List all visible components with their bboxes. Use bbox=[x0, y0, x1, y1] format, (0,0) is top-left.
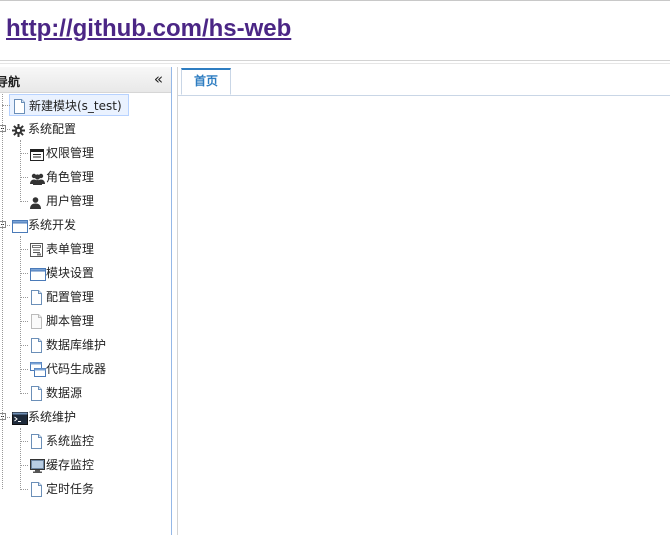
collapse-toggle-icon[interactable] bbox=[0, 413, 6, 420]
tree-connector bbox=[20, 465, 28, 466]
tree-node-label: 表单管理 bbox=[46, 242, 95, 256]
tree-leaf-node[interactable]: 定时任务 bbox=[27, 478, 168, 500]
tree-node-label: 模块设置 bbox=[46, 266, 95, 280]
tree-node-label: 代码生成器 bbox=[46, 362, 107, 376]
header-divider bbox=[0, 60, 670, 61]
tree-connector bbox=[20, 369, 28, 370]
tree-node-label: 系统维护 bbox=[28, 410, 77, 424]
page-header: http://github.com/hs-web bbox=[0, 1, 670, 60]
users-icon bbox=[30, 170, 45, 192]
page-icon bbox=[30, 482, 43, 504]
collapse-icon[interactable]: « bbox=[154, 70, 163, 88]
page-icon bbox=[30, 338, 43, 360]
main-content: 首页 bbox=[177, 67, 670, 535]
tab-home[interactable]: 首页 bbox=[181, 68, 231, 95]
tree-folder-node[interactable]: 系统配置 bbox=[9, 118, 168, 140]
tree-connector bbox=[20, 177, 28, 178]
gear-icon bbox=[12, 122, 25, 144]
tree-connector bbox=[20, 345, 28, 346]
tree-node-label: 权限管理 bbox=[46, 146, 95, 160]
user-icon bbox=[30, 194, 41, 216]
tree-connector bbox=[20, 489, 28, 490]
collapse-toggle-icon[interactable] bbox=[0, 221, 6, 228]
tree-node-label: 系统监控 bbox=[46, 434, 95, 448]
tree-connector bbox=[20, 297, 28, 298]
tree-node-label: 系统开发 bbox=[28, 218, 77, 232]
page-icon bbox=[30, 386, 43, 408]
tree-leaf-node[interactable]: 新建模块(s_test) bbox=[9, 94, 129, 116]
tab-bar: 首页 bbox=[178, 67, 670, 96]
tree-leaf-node[interactable]: 系统监控 bbox=[27, 430, 168, 452]
navigation-panel: 导航 « 新建模块(s_test) 系统配置权限管理角色管理用户管理系统开发表单管… bbox=[0, 67, 172, 535]
windows-stack-icon bbox=[30, 362, 46, 384]
tree-leaf-node[interactable]: 缓存监控 bbox=[27, 454, 168, 476]
blank-page-icon bbox=[30, 314, 43, 336]
tree-connector bbox=[2, 105, 10, 106]
tree-node-label: 定时任务 bbox=[46, 482, 95, 496]
tree-connector bbox=[20, 321, 28, 322]
tree-node-label: 用户管理 bbox=[46, 194, 95, 208]
tree-leaf-node[interactable]: 用户管理 bbox=[27, 190, 168, 212]
tree-leaf-node[interactable]: 角色管理 bbox=[27, 166, 168, 188]
page-icon bbox=[30, 290, 43, 312]
tree-leaf-node[interactable]: 代码生成器 bbox=[27, 358, 168, 380]
tree-node-label: 脚本管理 bbox=[46, 314, 95, 328]
tree-connector bbox=[20, 441, 28, 442]
tree-leaf-node[interactable]: 模块设置 bbox=[27, 262, 168, 284]
github-link[interactable]: http://github.com/hs-web bbox=[6, 15, 291, 43]
tree-folder-node[interactable]: 系统开发 bbox=[9, 214, 168, 236]
tree-leaf-node[interactable]: 表单管理 bbox=[27, 238, 168, 260]
tree-leaf-node[interactable]: 数据库维护 bbox=[27, 334, 168, 356]
tree-connector bbox=[2, 94, 3, 489]
tree-leaf-node[interactable]: 配置管理 bbox=[27, 286, 168, 308]
form-icon bbox=[30, 242, 43, 264]
tree-connector bbox=[20, 236, 21, 394]
tree-folder-node[interactable]: 系统维护 bbox=[9, 406, 168, 428]
tree-node-label: 数据库维护 bbox=[46, 338, 107, 352]
tree-connector bbox=[20, 201, 28, 202]
tree-connector bbox=[20, 153, 28, 154]
page-icon bbox=[30, 434, 43, 456]
tree-node-label: 缓存监控 bbox=[46, 458, 95, 472]
tree-connector bbox=[20, 428, 21, 490]
header-divider-secondary bbox=[0, 63, 670, 64]
tree-leaf-node[interactable]: 脚本管理 bbox=[27, 310, 168, 332]
tree-node-label: 新建模块(s_test) bbox=[29, 99, 122, 113]
tree-leaf-node[interactable]: 权限管理 bbox=[27, 142, 168, 164]
monitor-icon bbox=[30, 458, 45, 480]
tree-connector bbox=[20, 249, 28, 250]
tree-node-label: 配置管理 bbox=[46, 290, 95, 304]
navigation-title: 导航 bbox=[0, 75, 21, 89]
tree-leaf-node[interactable]: 数据源 bbox=[27, 382, 168, 404]
collapse-toggle-icon[interactable] bbox=[0, 125, 6, 132]
tree-connector bbox=[20, 273, 28, 274]
list-icon bbox=[30, 146, 44, 168]
tree-connector bbox=[20, 140, 21, 202]
tree-connector bbox=[20, 393, 28, 394]
window-icon bbox=[30, 266, 46, 288]
navigation-panel-header: 导航 « bbox=[0, 67, 171, 93]
tree-node-label: 数据源 bbox=[46, 386, 83, 400]
tree-node-label: 系统配置 bbox=[28, 122, 77, 136]
tree-node-label: 角色管理 bbox=[46, 170, 95, 184]
